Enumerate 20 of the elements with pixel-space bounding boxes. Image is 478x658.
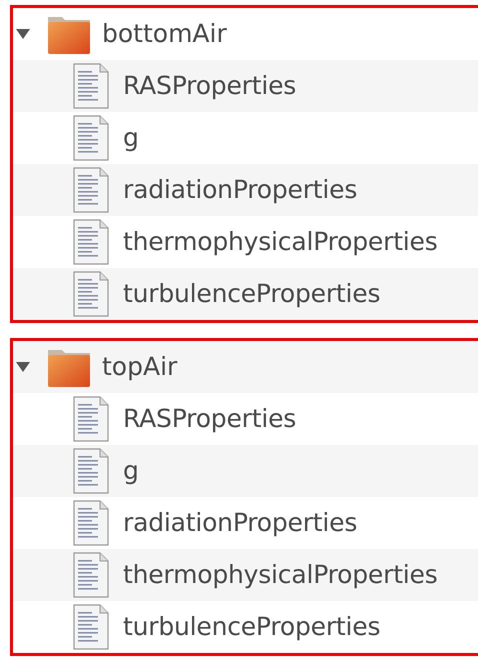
text-file-icon [73, 219, 109, 265]
expander-icon[interactable] [16, 361, 30, 373]
text-file-icon [73, 448, 109, 494]
file-name[interactable]: RASProperties [123, 400, 296, 438]
text-file-icon [73, 500, 109, 546]
folder-name[interactable]: topAir [102, 348, 178, 386]
text-file-icon [73, 167, 109, 213]
file-name[interactable]: thermophysicalProperties [123, 223, 438, 261]
text-file-icon [73, 63, 109, 109]
expander-icon[interactable] [16, 28, 30, 40]
file-name[interactable]: g [123, 452, 139, 490]
text-file-icon [73, 115, 109, 161]
text-file-icon [73, 552, 109, 598]
text-file-icon [73, 604, 109, 650]
file-name[interactable]: radiationProperties [123, 504, 358, 542]
text-file-icon [73, 271, 109, 317]
text-file-icon [73, 396, 109, 442]
file-name[interactable]: turbulenceProperties [123, 608, 380, 646]
file-name[interactable]: g [123, 119, 139, 157]
folder-name[interactable]: bottomAir [102, 15, 227, 53]
